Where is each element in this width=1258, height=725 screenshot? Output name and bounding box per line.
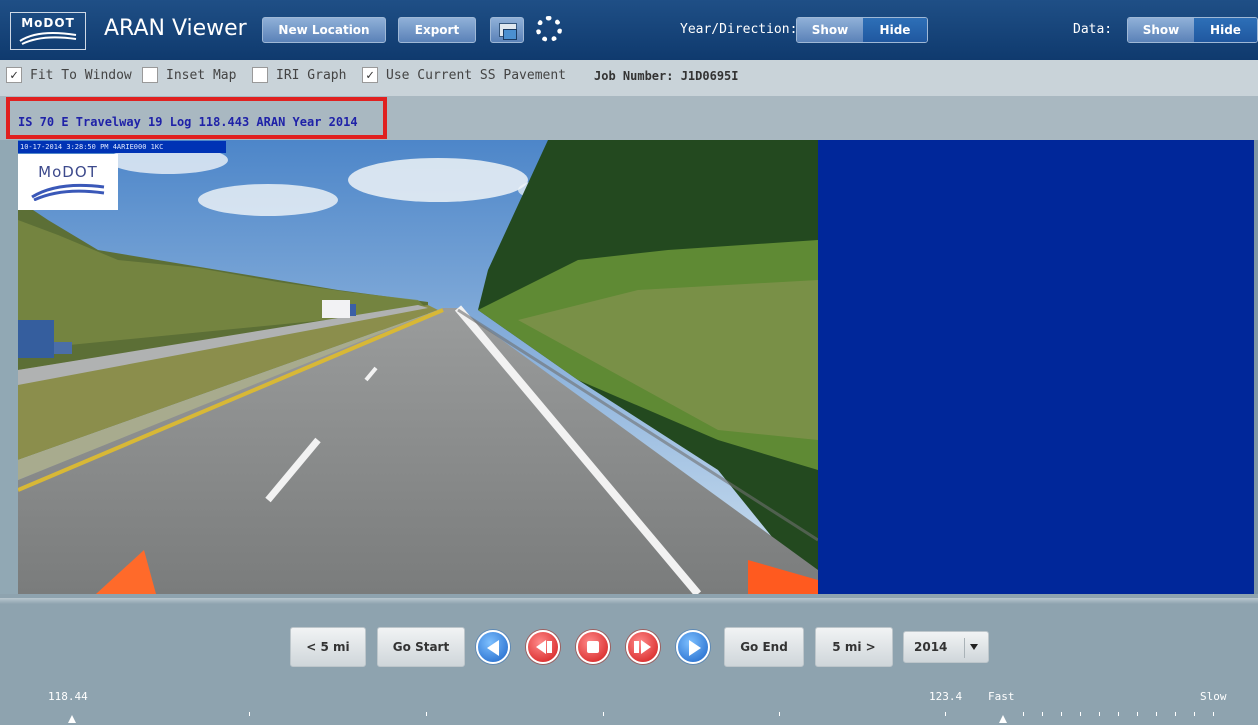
rewind-button[interactable]: [476, 630, 510, 664]
speed-slow-label: Slow: [1200, 690, 1227, 703]
image-timestamp: 10-17-2014 3:28:50 PM 4ARIE000 1KC: [18, 141, 226, 153]
stop-button[interactable]: [576, 630, 610, 664]
print-icon[interactable]: [490, 17, 524, 43]
new-location-button[interactable]: New Location: [262, 17, 386, 43]
job-number: Job Number: J1D0695I: [594, 69, 739, 83]
location-text: IS 70 E Travelway 19 Log 118.443 ARAN Ye…: [18, 115, 358, 129]
year-value: 2014: [914, 640, 948, 654]
use-current-ss-option[interactable]: ✓ Use Current SS Pavement: [362, 66, 566, 84]
speed-tick: [1175, 712, 1176, 716]
scale-end-label: 123.4: [929, 690, 963, 703]
panel-divider: [0, 598, 1258, 604]
viewer-left-margin: [0, 140, 18, 594]
playback-panel: [0, 594, 1258, 725]
back-5-mi-button[interactable]: < 5 mi: [290, 627, 366, 667]
fit-to-window-checkbox[interactable]: ✓: [6, 67, 22, 83]
scale-tick: [249, 712, 250, 716]
speed-tick: [1023, 712, 1024, 716]
data-show-button[interactable]: Show: [1128, 18, 1194, 42]
fit-to-window-label: Fit To Window: [30, 67, 132, 83]
data-toggle: Show Hide: [1127, 17, 1258, 43]
go-start-button[interactable]: Go Start: [377, 627, 465, 667]
modot-watermark-logo: MoDOT: [18, 154, 118, 210]
position-slider-handle[interactable]: [68, 715, 76, 723]
speed-fast-label: Fast: [988, 690, 1015, 703]
step-back-bar-icon: [547, 641, 552, 653]
step-back-icon: [536, 640, 546, 654]
watermark-swoosh-icon: [31, 183, 105, 201]
speed-tick: [1213, 712, 1214, 716]
scale-tick: [779, 712, 780, 716]
speed-tick: [1118, 712, 1119, 716]
use-current-ss-checkbox[interactable]: ✓: [362, 67, 378, 83]
top-bar: MoDOT ARAN Viewer New Location Export Ye…: [0, 0, 1258, 60]
iri-graph-label: IRI Graph: [276, 67, 347, 83]
iri-graph-option[interactable]: IRI Graph: [252, 66, 346, 84]
chevron-down-icon[interactable]: [970, 644, 978, 650]
year-direction-toggle: Show Hide: [796, 17, 928, 43]
viewer-right-margin: [1254, 140, 1258, 594]
year-direction-label: Year/Direction:: [680, 22, 798, 37]
rewind-icon: [487, 640, 499, 656]
step-forward-button[interactable]: [626, 630, 660, 664]
year-select[interactable]: 2014: [903, 631, 989, 663]
stop-icon: [587, 641, 599, 653]
step-back-button[interactable]: [526, 630, 560, 664]
play-button[interactable]: [676, 630, 710, 664]
fit-to-window-option[interactable]: ✓ Fit To Window: [6, 66, 132, 84]
export-button[interactable]: Export: [398, 17, 476, 43]
inset-map-label: Inset Map: [166, 67, 237, 83]
data-hide-button[interactable]: Hide: [1194, 18, 1257, 42]
app-title: ARAN Viewer: [104, 16, 247, 41]
speed-tick: [1042, 712, 1043, 716]
watermark-text: MoDOT: [38, 163, 98, 181]
scale-start-label: 118.44: [48, 690, 88, 703]
logo-text: MoDOT: [21, 16, 75, 30]
go-end-button[interactable]: Go End: [724, 627, 804, 667]
year-select-divider: [964, 638, 965, 658]
speed-tick: [1061, 712, 1062, 716]
speed-slider-handle[interactable]: [999, 715, 1007, 723]
modot-logo: MoDOT: [10, 12, 86, 50]
speed-tick: [1137, 712, 1138, 716]
scale-tick: [603, 712, 604, 716]
step-forward-icon: [641, 640, 651, 654]
speed-tick: [1080, 712, 1081, 716]
road-scene: [18, 140, 818, 594]
scale-tick: [426, 712, 427, 716]
logo-swoosh-icon: [19, 32, 77, 45]
year-direction-show-button[interactable]: Show: [797, 18, 863, 42]
data-label: Data:: [1073, 22, 1113, 37]
use-current-ss-label: Use Current SS Pavement: [386, 67, 567, 83]
forward-5-mi-button[interactable]: 5 mi >: [815, 627, 893, 667]
speed-tick: [1156, 712, 1157, 716]
play-icon: [689, 640, 701, 656]
year-direction-hide-button[interactable]: Hide: [863, 18, 927, 42]
inset-map-option[interactable]: Inset Map: [142, 66, 236, 84]
gear-icon[interactable]: [536, 16, 562, 42]
road-image: [18, 140, 818, 594]
scale-tick: [945, 712, 946, 716]
iri-graph-checkbox[interactable]: [252, 67, 268, 83]
inset-map-checkbox[interactable]: [142, 67, 158, 83]
step-forward-bar-icon: [634, 641, 639, 653]
speed-tick: [1099, 712, 1100, 716]
speed-tick: [1194, 712, 1195, 716]
